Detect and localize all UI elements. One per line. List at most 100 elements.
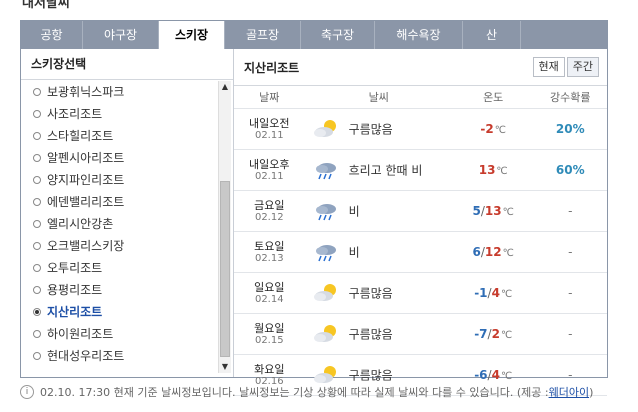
partly-cloudy-icon (313, 283, 339, 303)
resort-item-label: 오크밸리스키장 (47, 239, 125, 253)
temp-max: 13 (478, 163, 496, 177)
category-tabs: 공항 야구장 스키장 골프장 축구장 해수욕장 산 (21, 21, 607, 49)
temp-unit: ℃ (500, 330, 513, 341)
tab-4[interactable]: 축구장 (301, 21, 375, 49)
resort-item-label: 알펜시아리조트 (47, 151, 125, 165)
weather-text: 비 (348, 245, 360, 260)
col-rain: 강수확률 (533, 86, 607, 109)
resort-item[interactable]: 양지파인리조트 (21, 169, 217, 191)
rain-icon (313, 160, 339, 180)
temp-max: 2 (491, 327, 500, 341)
temperature: 6/12℃ (452, 231, 534, 273)
temp-unit: ℃ (496, 166, 508, 177)
temp-unit: ℃ (502, 248, 514, 259)
resort-item-label: 보광휘닉스파크 (47, 85, 125, 99)
day-label: 내일오전 (249, 117, 290, 130)
date-label: 02.11 (254, 171, 284, 182)
date-label: 02.12 (254, 212, 284, 223)
date-label: 02.11 (254, 130, 284, 141)
resort-select-header: 스키장선택 (21, 49, 233, 80)
forecast-panel: 지산리조트 현재 주간 날짜 날씨 온도 강수확률 내일오전 02.11 구름많음 -… (234, 49, 607, 396)
radio-icon[interactable] (33, 286, 41, 294)
col-weather: 날씨 (304, 86, 453, 109)
radio-icon[interactable] (33, 154, 41, 162)
resort-item[interactable]: 오투리조트 (21, 257, 217, 279)
resort-item[interactable]: 엘리시안강촌 (21, 213, 217, 235)
day-label: 일요일 (254, 281, 285, 294)
resort-select-panel: 스키장선택 보광휘닉스파크사조리조트스타힐리조트알펜시아리조트양지파인리조트 에덴… (21, 49, 234, 377)
date-label: 02.13 (254, 253, 284, 264)
resort-item[interactable]: 알펜시아리조트 (21, 147, 217, 169)
temperature: 5/13℃ (452, 190, 534, 232)
radio-icon[interactable] (33, 352, 41, 360)
radio-icon[interactable] (33, 132, 41, 140)
temp-max: 13 (484, 204, 502, 218)
scroll-up-icon[interactable]: ▲ (219, 81, 231, 93)
temp-max: -2 (480, 122, 494, 136)
table-row: 일요일 02.14 구름많음 -1/4℃ - (234, 272, 607, 314)
day-label: 내일오후 (249, 158, 290, 171)
temp-min: 5 (472, 204, 481, 218)
tab-3[interactable]: 골프장 (225, 21, 301, 49)
weekly-button[interactable]: 주간 (566, 57, 599, 77)
footer-note: i 02.10. 17:30 현재 기준 날씨정보입니다. 날씨정보는 기상 상… (20, 384, 593, 400)
radio-icon[interactable] (33, 264, 41, 272)
scroll-down-icon[interactable]: ▼ (219, 361, 231, 373)
tab-0[interactable]: 공항 (21, 21, 83, 49)
day-label: 월요일 (254, 322, 285, 335)
resort-item[interactable]: 지산리조트 (21, 301, 217, 323)
rain-icon (313, 242, 339, 262)
resort-item[interactable]: 스타힐리조트 (21, 125, 217, 147)
weather-text: 흐리고 한때 비 (348, 163, 423, 178)
provider-link[interactable]: 웨더아이 (549, 384, 589, 400)
rain-probability: 20% (555, 122, 585, 136)
radio-icon[interactable] (33, 110, 41, 118)
rain-probability: - (568, 327, 573, 341)
resort-list: 보광휘닉스파크사조리조트스타힐리조트알펜시아리조트양지파인리조트 에덴밸리리조트 엘… (21, 81, 217, 367)
day-label: 금요일 (254, 199, 285, 212)
resort-item[interactable]: 하이원리조트 (21, 323, 217, 345)
radio-icon[interactable] (33, 242, 41, 250)
rain-probability: - (568, 245, 573, 259)
radio-icon[interactable] (33, 198, 41, 206)
resort-list-scrollbar[interactable]: ▲ ▼ (218, 81, 231, 373)
temp-min: 6 (472, 245, 481, 259)
weather-text: 구름많음 (348, 122, 393, 137)
tab-6[interactable]: 산 (463, 21, 521, 49)
radio-icon[interactable] (33, 330, 41, 338)
radio-icon[interactable] (33, 176, 41, 184)
radio-icon[interactable] (33, 308, 41, 316)
scroll-thumb[interactable] (220, 181, 230, 357)
resort-item-label: 오투리조트 (47, 261, 103, 275)
tab-2[interactable]: 스키장 (159, 21, 225, 49)
tab-5[interactable]: 해수욕장 (375, 21, 463, 49)
weather-text: 구름많음 (348, 368, 393, 383)
resort-item-label: 스타힐리조트 (47, 129, 114, 143)
tab-1[interactable]: 야구장 (83, 21, 159, 49)
page-title: 대저날씨 (22, 0, 70, 11)
radio-icon[interactable] (33, 220, 41, 228)
resort-item[interactable]: 오크밸리스키장 (21, 235, 217, 257)
resort-item[interactable]: 현대성우리조트 (21, 345, 217, 367)
rain-probability: - (568, 204, 573, 218)
resort-item[interactable]: 사조리조트 (21, 103, 217, 125)
now-button[interactable]: 현재 (532, 57, 565, 77)
day-label: 토요일 (254, 240, 285, 253)
radio-icon[interactable] (33, 88, 41, 96)
weather-widget: 공항 야구장 스키장 골프장 축구장 해수욕장 산 스키장선택 보광휘닉스파크사조리조트스타… (20, 20, 608, 396)
resort-item-label: 지산리조트 (47, 305, 103, 319)
temp-min: -6 (474, 368, 488, 382)
temp-unit: ℃ (500, 289, 513, 300)
col-date: 날짜 (234, 86, 305, 109)
day-label: 화요일 (254, 363, 285, 376)
resort-name: 지산리조트 (244, 61, 300, 75)
resort-item-label: 사조리조트 (47, 107, 103, 121)
temperature: 13℃ (452, 149, 534, 191)
temp-unit: ℃ (494, 125, 506, 136)
resort-item[interactable]: 용평리조트 (21, 279, 217, 301)
resort-item[interactable]: 보광휘닉스파크 (21, 81, 217, 103)
temp-min: -1 (474, 286, 488, 300)
date-label: 02.14 (254, 294, 284, 305)
temperature: -2℃ (452, 108, 534, 150)
resort-item[interactable]: 에덴밸리리조트 (21, 191, 217, 213)
